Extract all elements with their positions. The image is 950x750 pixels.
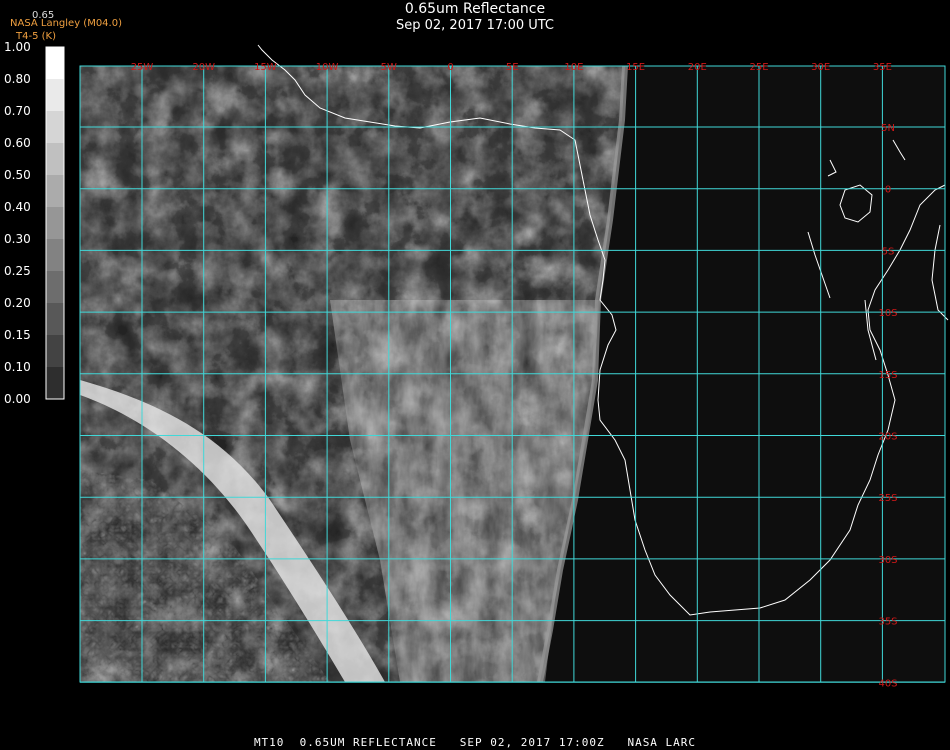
lon-label-0: 0: [447, 62, 453, 73]
colorbar-label: 0.40: [4, 200, 31, 214]
colorbar-label: 0.50: [4, 168, 31, 182]
colorbar-segment: [46, 47, 64, 80]
colorbar-segment: [46, 303, 64, 336]
lon-label-15W: 15W: [254, 62, 277, 73]
lat-label-0: 0: [885, 185, 891, 196]
colorbar-segment: [46, 367, 64, 400]
colorbar-label: 1.00: [4, 40, 31, 54]
lon-label-5E: 5E: [506, 62, 519, 73]
colorbar-segment: [46, 79, 64, 112]
satellite-image-viewer: 0.65um Reflectance Sep 02, 2017 17:00 UT…: [0, 0, 950, 750]
lat-label-20S: 20S: [878, 432, 897, 443]
lat-label-5N: 5N: [881, 123, 895, 134]
lon-label-10W: 10W: [316, 62, 339, 73]
lat-label-30S: 30S: [878, 555, 897, 566]
colorbar-label: 0.80: [4, 72, 31, 86]
colorbar-label: 0.15: [4, 328, 31, 342]
colorbar-label: 0.25: [4, 264, 31, 278]
colorbar-segment: [46, 239, 64, 272]
lon-label-25E: 25E: [749, 62, 768, 73]
lat-label-10S: 10S: [878, 308, 897, 319]
colorbar-label: 0.10: [4, 360, 31, 374]
colorbar-segment: [46, 111, 64, 144]
lon-label-5W: 5W: [381, 62, 397, 73]
colorbar-label: 0.30: [4, 232, 31, 246]
reflectance-map: 25W 20W 15W 10W 5W 0 5E 10E 15E 20E 25E 30E 35E 5N 0 5S…: [45, 44, 949, 689]
lon-label-30E: 30E: [811, 62, 830, 73]
colorbar: [45, 46, 65, 400]
lat-label-40S: 40S: [878, 678, 897, 689]
lon-label-10E: 10E: [564, 62, 583, 73]
colorbar-label: 0.60: [4, 136, 31, 150]
lon-label-15E: 15E: [626, 62, 645, 73]
colorbar-label: 0.20: [4, 296, 31, 310]
lat-label-15S: 15S: [878, 370, 897, 381]
lat-label-25S: 25S: [878, 493, 897, 504]
colorbar-segment: [46, 335, 64, 368]
lon-label-35E: 35E: [873, 62, 892, 73]
lon-label-20E: 20E: [688, 62, 707, 73]
lon-label-20W: 20W: [192, 62, 215, 73]
colorbar-segment: [46, 175, 64, 208]
lat-label-5S: 5S: [882, 246, 895, 257]
lon-label-25W: 25W: [131, 62, 154, 73]
lat-label-35S: 35S: [878, 617, 897, 628]
colorbar-label: 0.70: [4, 104, 31, 118]
colorbar-label: 0.00: [4, 392, 31, 406]
footer-caption: MT10 0.65UM REFLECTANCE SEP 02, 2017 17:…: [253, 736, 697, 749]
colorbar-segment: [46, 143, 64, 176]
colorbar-segment: [46, 271, 64, 304]
colorbar-segment: [46, 207, 64, 240]
